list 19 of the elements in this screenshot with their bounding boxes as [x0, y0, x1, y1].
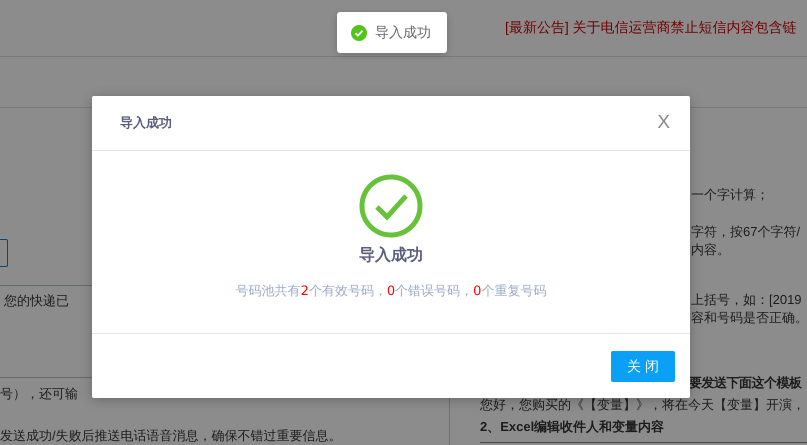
result-message: 号码池共有2个有效号码，0个错误号码，0个重复号码	[236, 283, 546, 300]
instruction-text: 容和号码是否正确。	[691, 310, 807, 325]
instruction-text: 一个字计算；	[691, 187, 769, 202]
section-heading: 要发送下面这个模板	[689, 375, 802, 390]
instruction-text: 字符，按67个字符/	[691, 224, 800, 239]
close-button[interactable]: 关 闭	[611, 351, 675, 382]
instruction-text: 上括号，如：[2019	[691, 292, 802, 307]
instruction-text: 您好，您购买的《【变量】》，将在今天【变量】开演，	[480, 397, 805, 412]
result-heading: 导入成功	[359, 245, 423, 266]
notice-text[interactable]: [最新公告] 关于电信运营商禁止短信内容包含链	[505, 19, 797, 37]
close-button[interactable]: X	[657, 112, 670, 134]
instruction-text: 内容。	[691, 242, 730, 257]
hint-text: 号），还可输	[0, 385, 79, 403]
section-heading: 2、Excel编辑收件人和变量内容	[480, 419, 664, 434]
toast-text: 导入成功	[375, 24, 431, 42]
success-icon	[351, 24, 367, 40]
success-icon	[359, 174, 423, 238]
hint-text: 发送成功/失败后推送电话语音消息，确保不错过重要信息。	[0, 427, 343, 445]
dialog-title: 导入成功	[120, 114, 172, 132]
